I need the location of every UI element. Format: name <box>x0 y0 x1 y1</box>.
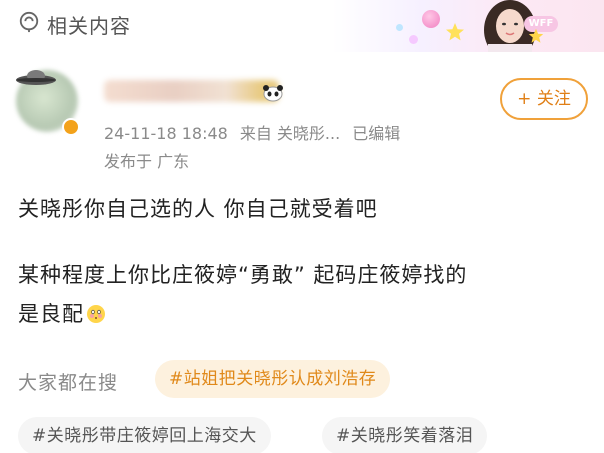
decor-bubble <box>396 24 403 31</box>
post-text-line: 是良配 <box>18 302 84 326</box>
post-location: 发布于 广东 <box>104 152 190 171</box>
decor-bubble <box>409 35 418 44</box>
verified-badge-icon <box>62 118 80 136</box>
header-title: 相关内容 <box>47 14 131 38</box>
post-time: 24-11-18 18:48 <box>104 124 228 143</box>
follow-button[interactable]: + 关注 <box>500 78 588 120</box>
decor-bubble <box>422 10 440 28</box>
location-tag-icon <box>19 11 39 33</box>
blushing-face-emoji-icon <box>87 305 105 323</box>
search-chip[interactable]: #站姐把关晓彤认成刘浩存 <box>155 360 391 398</box>
related-search-label: 大家都在搜 <box>18 372 119 394</box>
author-name-blurred[interactable] <box>104 80 279 102</box>
post-text-line: 关晓彤你自己选的人 你自己就受着吧 <box>18 197 378 221</box>
post-text-line: 某种程度上你比庄筱婷“勇敢” 起码庄筱婷找的 <box>18 263 468 287</box>
panda-emoji-icon <box>263 85 283 102</box>
star-decoration-icon <box>446 23 464 41</box>
search-chip[interactable]: #关晓彤带庄筱婷回上海交大 <box>18 417 271 453</box>
edited-label[interactable]: 已编辑 <box>352 124 400 143</box>
post-source[interactable]: 来自 关晓彤... <box>240 124 340 143</box>
search-chip[interactable]: #关晓彤笑着落泪 <box>322 417 488 453</box>
star-decoration-icon <box>528 28 544 43</box>
post-meta: 24-11-18 18:48 来自 关晓彤... 已编辑 <box>104 120 412 144</box>
related-content-header: 相关内容 WFF <box>0 0 604 52</box>
ufo-avatar-icon <box>16 70 56 85</box>
post-text-line-last: 是良配 <box>18 298 106 328</box>
